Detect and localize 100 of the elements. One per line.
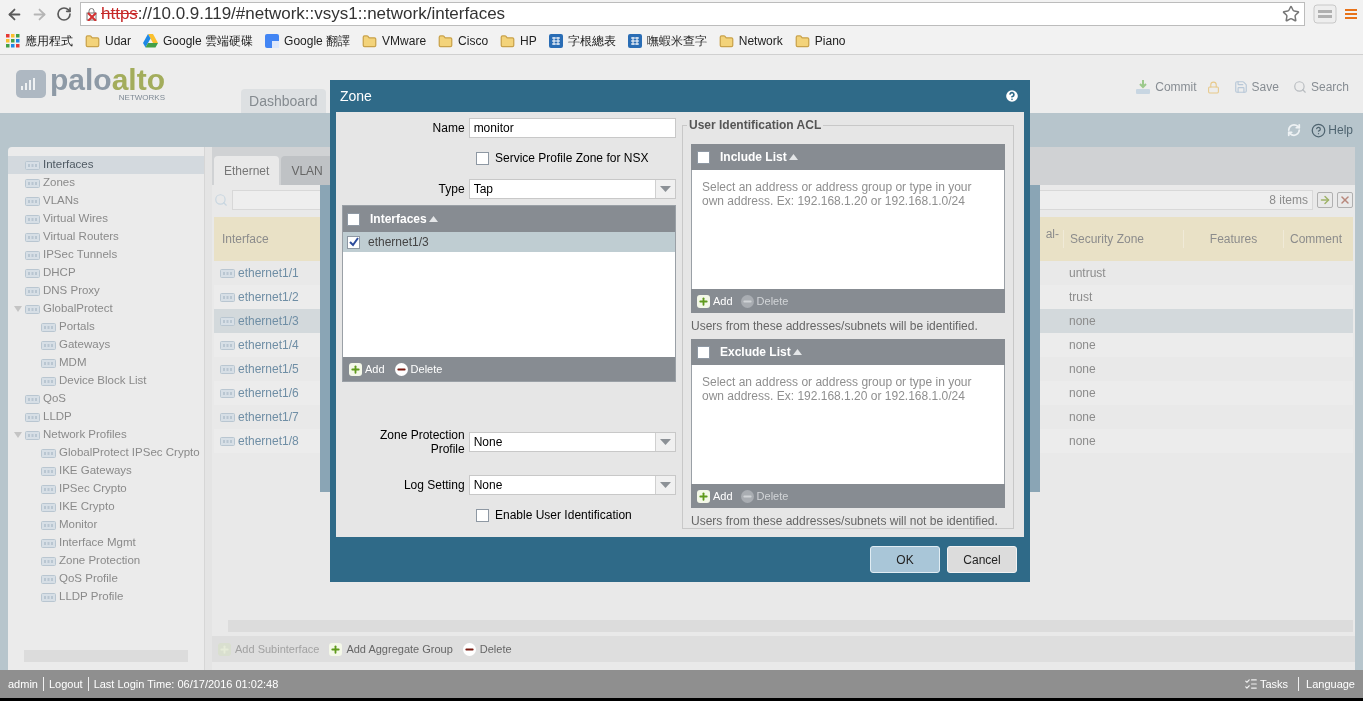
extension-icon[interactable] — [1313, 4, 1337, 24]
menu-icon[interactable] — [1345, 8, 1357, 20]
sidebar-item[interactable]: LLDP Profile — [59, 588, 124, 606]
sidebar-item[interactable]: Virtual Wires — [43, 210, 108, 228]
bookmark-link[interactable]: Cisco — [458, 32, 489, 50]
add-button[interactable]: Add — [697, 292, 733, 310]
sidebar-item[interactable]: Network Profiles — [43, 426, 127, 444]
sidebar-item[interactable]: LLDP — [43, 408, 72, 426]
bookmark-link[interactable]: 嘸蝦米查字 — [646, 32, 707, 50]
delete-button[interactable]: Delete — [462, 640, 512, 658]
field-label: Type — [437, 181, 465, 198]
sidebar-item[interactable]: Interfaces — [43, 156, 94, 174]
nav-tab[interactable]: Dashboard — [241, 89, 326, 113]
address-input-field[interactable]: Select an address or address group or type in your own address. Ex: 192.168.1.20 or 192.168.1.0/24 — [691, 365, 1005, 484]
user-id-checkbox[interactable] — [476, 508, 489, 522]
help-button[interactable]: Help — [1311, 121, 1353, 139]
table-cell[interactable]: ethernet1/6 — [238, 384, 299, 402]
table-cell[interactable]: ethernet1/2 — [238, 288, 299, 306]
cancel-button[interactable]: Cancel — [947, 546, 1017, 573]
sidebar-item[interactable]: IPSec Crypto — [59, 480, 127, 498]
bookmark-link[interactable]: Network — [738, 32, 783, 50]
table-cell-text: trust — [1068, 289, 1094, 306]
bookmark-link[interactable]: Piano — [814, 32, 846, 50]
sidebar-item[interactable]: Virtual Routers — [43, 228, 119, 246]
search-button[interactable]: Search — [1292, 78, 1349, 96]
bookmark-link[interactable]: Udar — [105, 32, 131, 50]
sidebar-item[interactable]: VLANs — [43, 192, 79, 210]
zone-protection-select[interactable]: None — [468, 432, 676, 452]
sidebar-item[interactable]: Zones — [43, 174, 75, 192]
address-input-field[interactable]: Select an address or address group or type in your own address. Ex: 192.168.1.20 or 192.168.1.0/24 — [691, 170, 1005, 289]
tasks-button[interactable]: Tasks — [1243, 675, 1289, 693]
bookmark-link[interactable]: Google 翻譯 — [284, 32, 351, 50]
expanded-triangle-icon[interactable] — [14, 431, 22, 439]
select-all-checkbox[interactable] — [697, 150, 710, 164]
table-cell-text: none — [1068, 433, 1097, 450]
content-tab[interactable]: Ethernet — [214, 156, 280, 185]
search-icon — [214, 193, 228, 207]
apply-filter-button[interactable] — [1317, 192, 1333, 208]
sidebar-item[interactable]: GlobalProtect — [43, 300, 113, 318]
row-checkbox[interactable] — [347, 235, 360, 249]
commit-button[interactable]: Commit — [1135, 78, 1220, 96]
delete-button[interactable]: Delete — [394, 360, 443, 378]
expanded-triangle-icon[interactable] — [14, 305, 22, 313]
column-header[interactable]: Include List — [720, 148, 787, 166]
node-icon — [25, 411, 40, 423]
save-button[interactable]: Save — [1233, 78, 1279, 96]
column-header[interactable]: Exclude List — [720, 343, 791, 361]
logout-link[interactable]: Logout — [48, 675, 83, 693]
reload-icon[interactable] — [56, 6, 72, 22]
address-bar[interactable]: https://10.0.9.119/#network::vsys1::network/interfaces — [80, 2, 1305, 26]
select-all-checkbox[interactable] — [697, 345, 710, 359]
sidebar-item[interactable]: Device Block List — [59, 372, 147, 390]
table-cell[interactable]: ethernet1/5 — [238, 360, 299, 378]
column-header[interactable]: Features — [1183, 230, 1283, 248]
refresh-icon[interactable] — [1287, 123, 1302, 137]
sidebar-item[interactable]: GlobalProtect IPSec Crypto — [59, 444, 200, 462]
table-cell[interactable]: ethernet1/8 — [238, 432, 299, 450]
sidebar-item[interactable]: Interface Mgmt — [59, 534, 136, 552]
sidebar-item[interactable]: DNS Proxy — [43, 282, 100, 300]
type-select[interactable]: Tap — [468, 179, 676, 199]
clear-filter-button[interactable] — [1337, 192, 1353, 208]
column-header[interactable]: al- — [1045, 217, 1063, 261]
bookmark-link[interactable]: HP — [520, 32, 537, 50]
node-icon — [25, 285, 40, 297]
sidebar-item[interactable]: Gateways — [59, 336, 111, 354]
sidebar-item[interactable]: Zone Protection — [59, 552, 141, 570]
sidebar-item[interactable]: DHCP — [43, 264, 76, 282]
sidebar-item[interactable]: IKE Crypto — [59, 498, 115, 516]
sidebar-item[interactable]: Monitor — [59, 516, 98, 534]
help-icon[interactable] — [1004, 88, 1020, 104]
bookmark-link[interactable]: VMware — [382, 32, 427, 50]
select-all-checkbox[interactable] — [347, 212, 360, 226]
add-button[interactable]: Add — [697, 487, 733, 505]
bookmark-link[interactable]: 字根總表 — [567, 32, 616, 50]
bookmark-link[interactable]: Google 雲端硬碟 — [163, 32, 254, 50]
sidebar-item[interactable]: MDM — [59, 354, 87, 372]
sidebar-item[interactable]: IKE Gateways — [59, 462, 132, 480]
sidebar-item[interactable]: QoS Profile — [59, 570, 118, 588]
nsx-checkbox[interactable] — [476, 151, 489, 165]
content-tab[interactable]: VLAN — [281, 156, 333, 185]
close-icon — [1339, 194, 1351, 206]
bookmark-link[interactable]: 應用程式 — [25, 32, 73, 50]
add-button[interactable]: Add Aggregate Group — [329, 640, 453, 658]
column-header[interactable]: Security Zone — [1063, 230, 1183, 248]
table-cell[interactable]: ethernet1/3 — [368, 233, 429, 251]
ok-button[interactable]: OK — [870, 546, 940, 573]
table-cell[interactable]: ethernet1/4 — [238, 336, 299, 354]
sidebar-item[interactable]: Portals — [59, 318, 95, 336]
log-setting-select[interactable]: None — [468, 475, 676, 495]
column-header[interactable]: Comment — [1283, 230, 1353, 248]
add-button[interactable]: Add — [349, 360, 385, 378]
sidebar-item[interactable]: IPSec Tunnels — [43, 246, 118, 264]
bookmark-star-icon[interactable] — [1282, 5, 1300, 23]
name-field[interactable]: monitor — [468, 118, 676, 138]
language-button[interactable]: Language — [1298, 675, 1355, 693]
column-header[interactable]: Interfaces — [370, 210, 427, 228]
table-cell[interactable]: ethernet1/3 — [238, 312, 299, 330]
table-cell[interactable]: ethernet1/1 — [238, 264, 299, 282]
sidebar-item[interactable]: QoS — [43, 390, 66, 408]
table-cell[interactable]: ethernet1/7 — [238, 408, 299, 426]
